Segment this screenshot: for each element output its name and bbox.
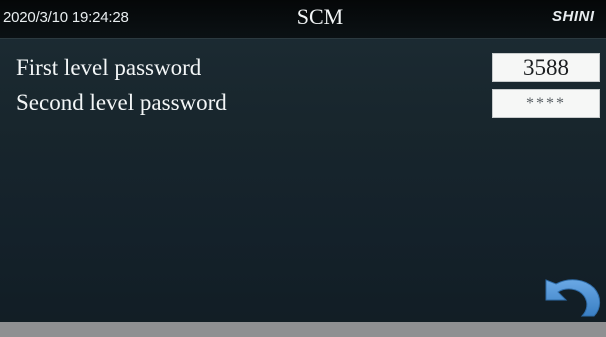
screen-title: SCM [296, 4, 344, 29]
datetime-display: 2020/3/10 19:24:28 [3, 9, 129, 26]
screen-bezel [0, 322, 606, 337]
brand-logo: SHINI [552, 8, 595, 25]
back-arrow-icon [545, 279, 601, 317]
hmi-screen: 2020/3/10 19:24:28 SCM SHINI First level… [0, 0, 606, 337]
second-level-password-field[interactable]: **** [492, 89, 600, 118]
first-level-password-field[interactable]: 3588 [492, 53, 600, 82]
title-bar: 2020/3/10 19:24:28 SCM SHINI [0, 0, 606, 39]
second-level-password-label: Second level password [16, 90, 227, 115]
back-button[interactable] [542, 272, 604, 320]
first-level-password-label: First level password [16, 55, 202, 80]
